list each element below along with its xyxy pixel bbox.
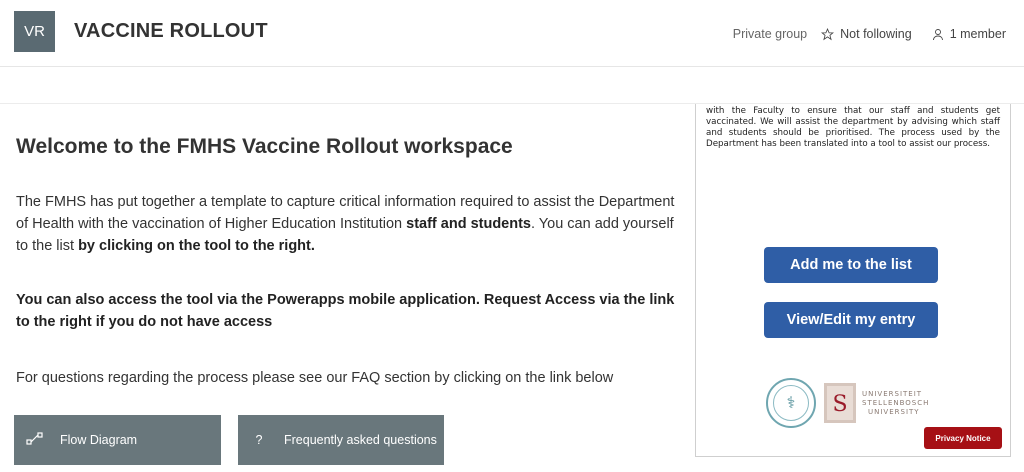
intro-paragraph: The FMHS has put together a template to … xyxy=(16,191,681,257)
access-bold: You can also access the tool via the Pow… xyxy=(16,292,675,330)
group-title[interactable]: VACCINE ROLLOUT xyxy=(74,20,268,43)
university-name: UNIVERSITEIT STELLENBOSCH UNIVERSITY xyxy=(862,390,929,417)
flow-diagram-button[interactable]: Flow Diagram xyxy=(14,415,221,465)
uni-line-3: UNIVERSITY xyxy=(868,407,920,416)
faq-label: Frequently asked questions xyxy=(284,433,437,447)
star-icon xyxy=(821,27,835,40)
flow-icon xyxy=(24,431,46,449)
faq-paragraph: For questions regarding the process plea… xyxy=(16,370,614,386)
group-meta: Private group Not following 1 member xyxy=(733,27,1006,41)
view-edit-button[interactable]: View/Edit my entry xyxy=(764,302,938,338)
svg-text:S: S xyxy=(832,392,847,417)
members-label: 1 member xyxy=(949,27,1006,41)
follow-button[interactable]: Not following xyxy=(821,27,912,41)
person-icon xyxy=(932,28,943,40)
uni-line-2: STELLENBOSCH xyxy=(862,398,930,407)
fmhs-seal-logo: ⚕ xyxy=(766,378,816,428)
access-paragraph: You can also access the tool via the Pow… xyxy=(16,289,681,333)
command-bar xyxy=(0,67,1024,104)
privacy-label: Private group xyxy=(732,27,808,41)
privacy-notice-button[interactable]: Privacy Notice xyxy=(924,427,1002,449)
question-icon: ? xyxy=(255,433,263,447)
intro-bold-1: staff and students xyxy=(406,216,531,232)
uni-line-1: UNIVERSITEIT xyxy=(862,389,923,398)
stellenbosch-shield-logo: S xyxy=(824,383,856,423)
group-avatar[interactable]: VR xyxy=(14,11,55,52)
logos: ⚕ S UNIVERSITEIT STELLENBOSCH UNIVERSITY xyxy=(766,378,929,428)
flow-diagram-label: Flow Diagram xyxy=(60,433,138,447)
follow-label: Not following xyxy=(840,27,912,41)
panel-description: Department of Health (WCG: Health) as ou… xyxy=(706,104,1000,149)
group-header: VR VACCINE ROLLOUT Private group Not fol… xyxy=(0,0,1024,67)
main-content: Welcome to the FMHS Vaccine Rollout work… xyxy=(0,104,690,472)
faq-button[interactable]: ? Frequently asked questions xyxy=(238,415,444,465)
intro-bold-2: by clicking on the tool to the right. xyxy=(78,238,315,254)
add-me-button[interactable]: Add me to the list xyxy=(764,247,938,283)
page-heading: Welcome to the FMHS Vaccine Rollout work… xyxy=(16,135,513,158)
powerapp-panel: Department of Health (WCG: Health) as ou… xyxy=(695,104,1011,457)
members-button[interactable]: 1 member xyxy=(932,27,1006,41)
